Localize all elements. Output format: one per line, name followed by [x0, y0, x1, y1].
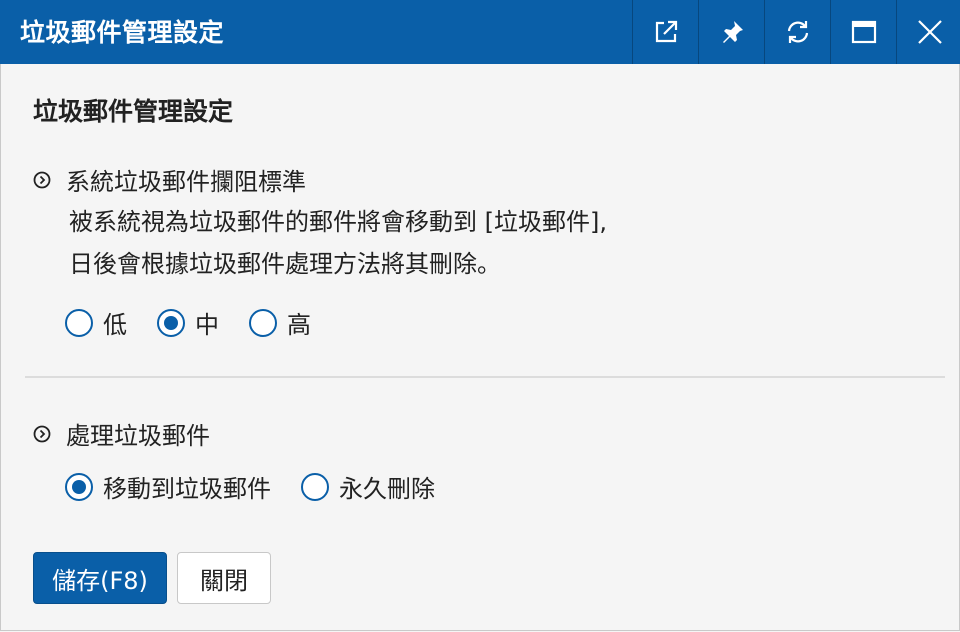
title-bar: 垃圾郵件管理設定: [0, 0, 960, 64]
close-icon: [918, 20, 942, 44]
radio-low-circle[interactable]: [65, 308, 93, 337]
handling-move-label: 移動到垃圾郵件: [103, 475, 271, 503]
pin-button[interactable]: [698, 0, 765, 64]
save-button[interactable]: 儲存(F8): [33, 552, 167, 604]
radio-high-circle[interactable]: [249, 308, 277, 337]
filter-level-low-label: 低: [103, 311, 127, 339]
filter-level-high-label: 高: [287, 311, 311, 339]
handling-option-group: 移動到垃圾郵件 永久刪除: [65, 469, 435, 504]
close-button[interactable]: [896, 0, 960, 64]
filter-level-medium[interactable]: 中: [157, 305, 219, 340]
refresh-button[interactable]: [764, 0, 831, 64]
section-divider: [25, 376, 945, 378]
pin-icon: [723, 21, 743, 43]
maximize-icon: [851, 20, 877, 44]
handling-delete-permanently[interactable]: 永久刪除: [301, 469, 435, 504]
maximize-button[interactable]: [830, 0, 897, 64]
filter-description-line1: 被系統視為垃圾郵件的郵件將會移動到 [垃圾郵件],: [69, 208, 607, 236]
radio-delete-circle[interactable]: [301, 472, 329, 501]
page-heading: 垃圾郵件管理設定: [33, 97, 234, 126]
filter-section-title: 系統垃圾郵件攔阻標準: [66, 168, 306, 196]
handling-delete-label: 永久刪除: [339, 475, 435, 503]
handling-section-header: 處理垃圾郵件: [33, 416, 210, 451]
chevron-circle-icon: [33, 171, 51, 188]
handling-move-to-spam[interactable]: 移動到垃圾郵件: [65, 469, 271, 504]
refresh-icon: [787, 21, 809, 43]
filter-section-header: 系統垃圾郵件攔阻標準: [33, 162, 306, 197]
radio-medium-circle[interactable]: [157, 308, 185, 337]
filter-level-group: 低 中 高: [65, 305, 311, 340]
filter-level-high[interactable]: 高: [249, 305, 311, 340]
settings-window: 垃圾郵件管理設定 垃圾郵件管理設定 系統垃圾郵件攔阻標準 被系統視為垃圾郵件的郵…: [0, 0, 960, 631]
window-title: 垃圾郵件管理設定: [20, 18, 225, 47]
popout-icon: [655, 20, 678, 43]
popout-button[interactable]: [632, 0, 699, 64]
handling-section-title: 處理垃圾郵件: [66, 422, 210, 450]
radio-move-circle[interactable]: [65, 472, 93, 501]
close-dialog-button[interactable]: 關閉: [177, 552, 271, 604]
filter-level-low[interactable]: 低: [65, 305, 127, 340]
filter-description-line2: 日後會根據垃圾郵件處理方法將其刪除。: [69, 250, 501, 278]
chevron-circle-icon: [33, 425, 51, 442]
filter-level-medium-label: 中: [195, 311, 219, 339]
